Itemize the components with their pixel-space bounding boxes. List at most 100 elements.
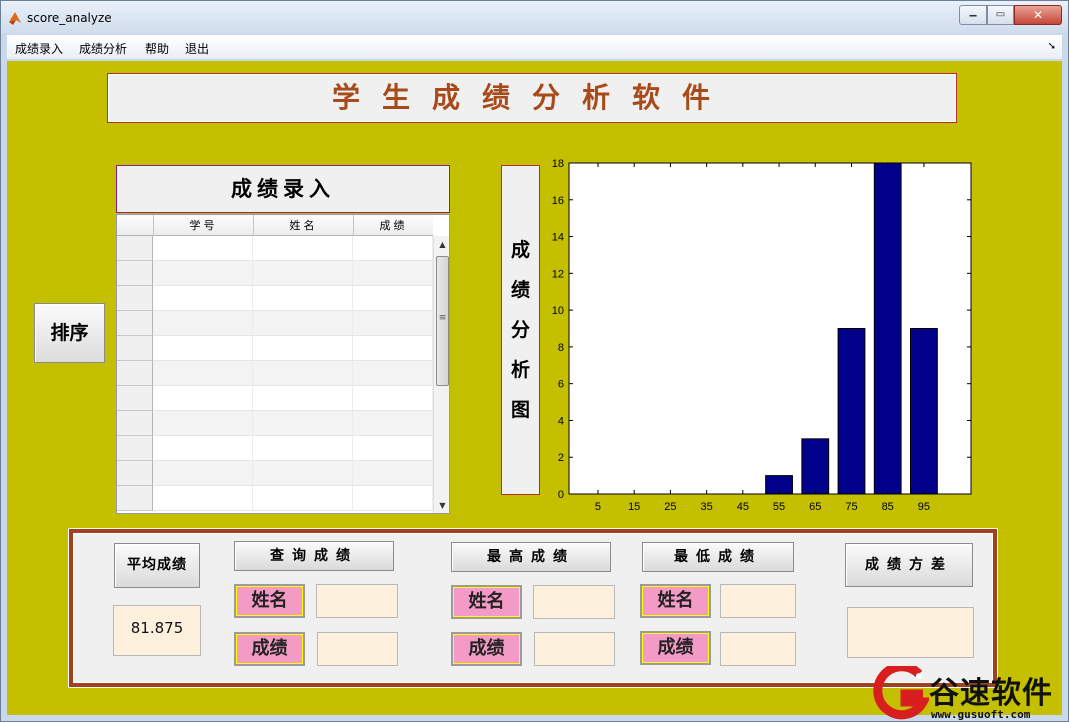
table-row[interactable]	[117, 386, 433, 411]
table-cell[interactable]	[353, 286, 433, 311]
table-cell[interactable]	[353, 361, 433, 386]
table-cell[interactable]	[153, 386, 253, 411]
table-cell[interactable]	[253, 311, 353, 336]
table-cell[interactable]	[153, 461, 253, 486]
minimize-button[interactable]: ‒	[959, 5, 987, 25]
row-header[interactable]	[117, 336, 153, 361]
table-cell[interactable]	[253, 286, 353, 311]
table-cell[interactable]	[353, 486, 433, 511]
row-header[interactable]	[117, 261, 153, 286]
sort-button[interactable]: 排序	[34, 303, 105, 363]
table-cell[interactable]	[253, 236, 353, 261]
table-cell[interactable]	[253, 361, 353, 386]
table-row[interactable]	[117, 486, 433, 511]
table-cell[interactable]	[353, 261, 433, 286]
table-cell[interactable]	[353, 311, 433, 336]
y-tick-label: 16	[552, 195, 564, 207]
grip-icon: ≡	[438, 313, 447, 323]
table-cell[interactable]	[153, 411, 253, 436]
figure-canvas: 学生成绩分析软件 排序 成绩录入 学号 姓名 成绩 ▲ ≡ ▼ 成 绩 分 析 …	[7, 61, 1062, 715]
row-header[interactable]	[117, 461, 153, 486]
column-header-score[interactable]: 成绩	[353, 215, 433, 236]
table-cell[interactable]	[253, 486, 353, 511]
row-header[interactable]	[117, 386, 153, 411]
x-tick-label: 5	[595, 501, 601, 513]
table-cell[interactable]	[153, 436, 253, 461]
max-score-button[interactable]: 最高成绩	[451, 542, 611, 572]
column-header-name[interactable]: 姓名	[253, 215, 353, 236]
row-header[interactable]	[117, 311, 153, 336]
row-header[interactable]	[117, 361, 153, 386]
scroll-thumb[interactable]: ≡	[436, 256, 449, 386]
table-cell[interactable]	[153, 261, 253, 286]
x-tick-label: 85	[882, 501, 894, 513]
scroll-up-icon[interactable]: ▲	[434, 238, 449, 252]
menu-overflow-icon[interactable]: ➘	[1048, 41, 1056, 52]
close-button[interactable]: ✕	[1014, 5, 1062, 25]
maximize-button[interactable]: ▭	[987, 5, 1014, 25]
menu-exit[interactable]: 退出	[185, 40, 209, 57]
max-name-field	[533, 585, 615, 619]
row-header[interactable]	[117, 486, 153, 511]
table-row[interactable]	[117, 361, 433, 386]
x-tick-label: 45	[737, 501, 749, 513]
table-cell[interactable]	[253, 436, 353, 461]
menu-score-entry[interactable]: 成绩录入	[15, 40, 63, 57]
table-row[interactable]	[117, 336, 433, 361]
table-row[interactable]	[117, 236, 433, 261]
table-cell[interactable]	[353, 461, 433, 486]
table-cell[interactable]	[353, 336, 433, 361]
table-cell[interactable]	[353, 436, 433, 461]
min-score-button[interactable]: 最低成绩	[642, 542, 794, 572]
query-score-label: 成绩	[234, 632, 305, 666]
x-tick-label: 75	[845, 501, 857, 513]
y-tick-label: 8	[558, 342, 564, 354]
watermark-text: 谷速软件	[929, 676, 1053, 711]
query-score-button[interactable]: 查询成绩	[234, 541, 394, 571]
variance-button[interactable]: 成绩方差	[845, 543, 973, 587]
histogram-bar	[837, 328, 866, 495]
watermark-url: www.gusuoft.com	[931, 708, 1031, 721]
x-tick-label: 65	[809, 501, 821, 513]
table-cell[interactable]	[153, 286, 253, 311]
histogram-bar	[910, 328, 938, 495]
y-tick-label: 12	[552, 268, 564, 280]
table-cell[interactable]	[353, 386, 433, 411]
column-header-id[interactable]: 学号	[153, 215, 253, 236]
row-header[interactable]	[117, 286, 153, 311]
table-cell[interactable]	[253, 386, 353, 411]
table-cell[interactable]	[153, 361, 253, 386]
query-score-field[interactable]	[317, 632, 398, 666]
average-score-button[interactable]: 平均成绩	[114, 543, 200, 588]
table-rows	[117, 236, 433, 513]
row-header-corner	[117, 215, 153, 236]
score-table[interactable]: 学号 姓名 成绩 ▲ ≡ ▼	[116, 214, 450, 514]
table-cell[interactable]	[153, 336, 253, 361]
table-cell[interactable]	[253, 336, 353, 361]
x-tick-label: 55	[773, 501, 785, 513]
row-header[interactable]	[117, 236, 153, 261]
table-cell[interactable]	[153, 311, 253, 336]
table-row[interactable]	[117, 311, 433, 336]
query-name-field[interactable]	[316, 584, 398, 618]
app-window: score_analyze ‒ ▭ ✕ 成绩录入 成绩分析 帮助 退出 ➘ 学生…	[0, 0, 1069, 722]
table-row[interactable]	[117, 461, 433, 486]
table-cell[interactable]	[153, 486, 253, 511]
row-header[interactable]	[117, 411, 153, 436]
table-cell[interactable]	[353, 411, 433, 436]
table-row[interactable]	[117, 436, 433, 461]
table-cell[interactable]	[153, 236, 253, 261]
scroll-down-icon[interactable]: ▼	[434, 499, 449, 513]
table-row[interactable]	[117, 411, 433, 436]
row-header[interactable]	[117, 436, 153, 461]
maximize-icon: ▭	[995, 9, 1006, 20]
table-scrollbar[interactable]: ▲ ≡ ▼	[433, 236, 449, 513]
menu-help[interactable]: 帮助	[145, 40, 169, 57]
table-row[interactable]	[117, 286, 433, 311]
table-row[interactable]	[117, 261, 433, 286]
table-cell[interactable]	[253, 261, 353, 286]
table-cell[interactable]	[253, 411, 353, 436]
menu-score-analysis[interactable]: 成绩分析	[79, 40, 127, 57]
table-cell[interactable]	[353, 236, 433, 261]
table-cell[interactable]	[253, 461, 353, 486]
